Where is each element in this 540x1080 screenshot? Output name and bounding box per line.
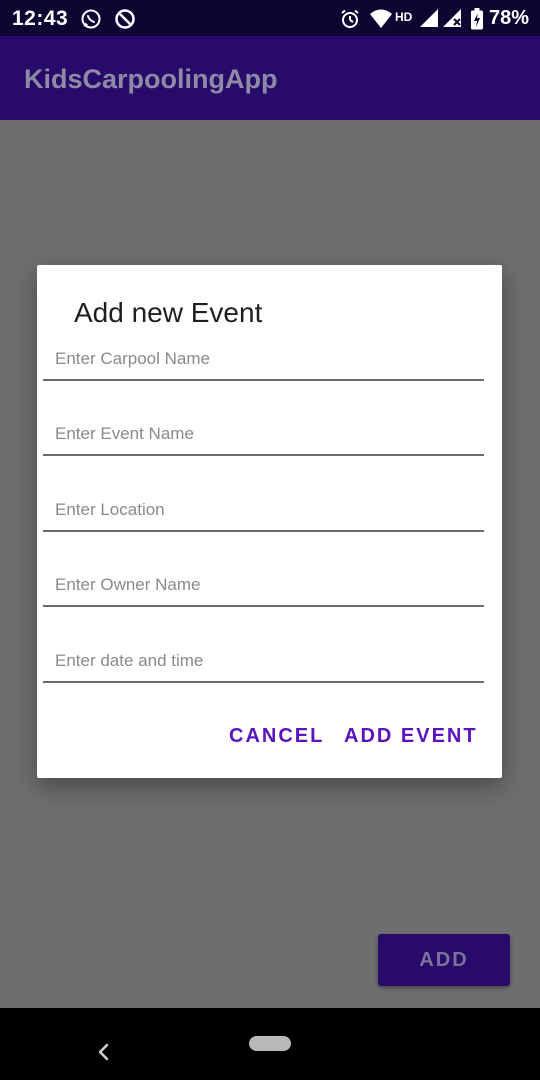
battery-percent: 78% [489,7,530,29]
home-pill[interactable] [249,1036,291,1051]
add-button[interactable]: ADD [378,934,510,986]
carpool-name-field[interactable] [43,339,484,381]
date-time-input[interactable] [43,641,484,681]
status-bar: 12:43 HD 78% [0,0,540,36]
battery-charging-icon [471,8,483,30]
cancel-button[interactable]: CANCEL [229,725,324,748]
app-title: KidsCarpoolingApp [24,64,278,94]
back-icon[interactable] [96,1042,110,1062]
network-type-label: HD [395,10,413,24]
whatsapp-icon [81,9,101,29]
owner-name-input[interactable] [43,565,484,605]
wifi-icon [370,9,392,28]
alarm-icon [341,9,359,28]
dialog-title: Add new Event [74,297,263,328]
app-bar: KidsCarpoolingApp [0,36,540,120]
signal-icon [420,9,438,27]
navigation-bar [0,1008,540,1080]
event-name-field[interactable] [43,414,484,456]
add-event-dialog: Add new Event CANCEL ADD EVENT [37,265,502,778]
date-time-field[interactable] [43,641,484,683]
location-field[interactable] [43,490,484,532]
owner-name-field[interactable] [43,565,484,607]
event-name-input[interactable] [43,414,484,454]
location-input[interactable] [43,490,484,530]
blocked-icon [115,9,135,29]
add-event-button[interactable]: ADD EVENT [344,725,478,748]
carpool-name-input[interactable] [43,339,484,379]
signal-x-icon [443,9,461,27]
status-time: 12:43 [12,7,69,30]
